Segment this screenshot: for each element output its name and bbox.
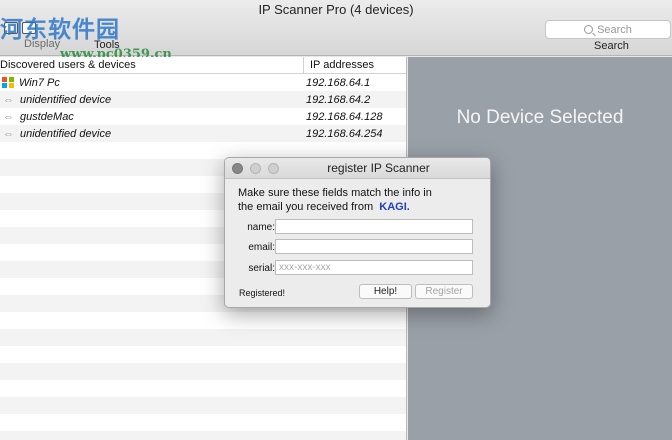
device-ip: 192.168.64.2 [306, 93, 371, 106]
name-field[interactable] [275, 219, 473, 234]
watermark-logo: 河东软件园 [0, 16, 120, 43]
empty-state-text: No Device Selected [456, 107, 624, 128]
table-row[interactable]: ⇔ unidentified device 192.168.64.254 [0, 125, 406, 142]
email-label: email: [248, 242, 275, 253]
network-arrows-icon: ⇔ [3, 93, 14, 106]
email-field[interactable] [275, 239, 473, 254]
search-input[interactable]: Search [545, 20, 671, 39]
dialog-title: register IP Scanner [327, 161, 430, 175]
device-ip: 192.168.64.254 [306, 127, 383, 140]
table-row[interactable]: ⇔ gustdeMac 192.168.64.128 [0, 108, 406, 125]
network-arrows-icon: ⇔ [3, 127, 14, 140]
vendor-link[interactable]: KAGI. [379, 201, 410, 213]
registration-status: Registered! [239, 288, 286, 298]
window-toolbar: IP Scanner Pro (4 devices) Display Tools… [0, 0, 672, 62]
table-row[interactable]: Win7 Pc 192.168.64.1 [0, 74, 406, 91]
dialog-message: Make sure these fields match the info in… [238, 186, 478, 214]
register-button[interactable]: Register [415, 284, 473, 299]
device-ip: 192.168.64.128 [306, 110, 383, 123]
device-ip: 192.168.64.1 [306, 76, 371, 89]
device-name: gustdeMac [20, 110, 74, 123]
name-label: name: [247, 222, 275, 233]
column-header-devices[interactable]: Discovered users & devices [0, 57, 304, 73]
dialog-titlebar[interactable]: register IP Scanner [225, 158, 490, 179]
register-dialog: register IP Scanner Make sure these fiel… [224, 157, 491, 308]
table-header: Discovered users & devices IP addresses [0, 57, 406, 74]
serial-field[interactable]: xxx-xxx-xxx [275, 260, 473, 275]
message-line-2: the email you received from [238, 201, 374, 213]
help-button[interactable]: Help! [359, 284, 412, 299]
device-name: Win7 Pc [19, 76, 60, 89]
search-placeholder: Search [597, 23, 632, 36]
device-name: unidentified device [20, 93, 112, 106]
device-name: unidentified device [20, 127, 112, 140]
message-line-1: Make sure these fields match the info in [238, 187, 432, 199]
column-header-ip[interactable]: IP addresses [304, 57, 374, 73]
network-arrows-icon: ⇔ [3, 110, 14, 123]
table-row[interactable]: ⇔ unidentified device 192.168.64.2 [0, 91, 406, 108]
windows-icon [2, 76, 14, 89]
serial-label: serial: [248, 263, 275, 274]
search-label: Search [594, 40, 629, 52]
search-icon [584, 25, 594, 34]
